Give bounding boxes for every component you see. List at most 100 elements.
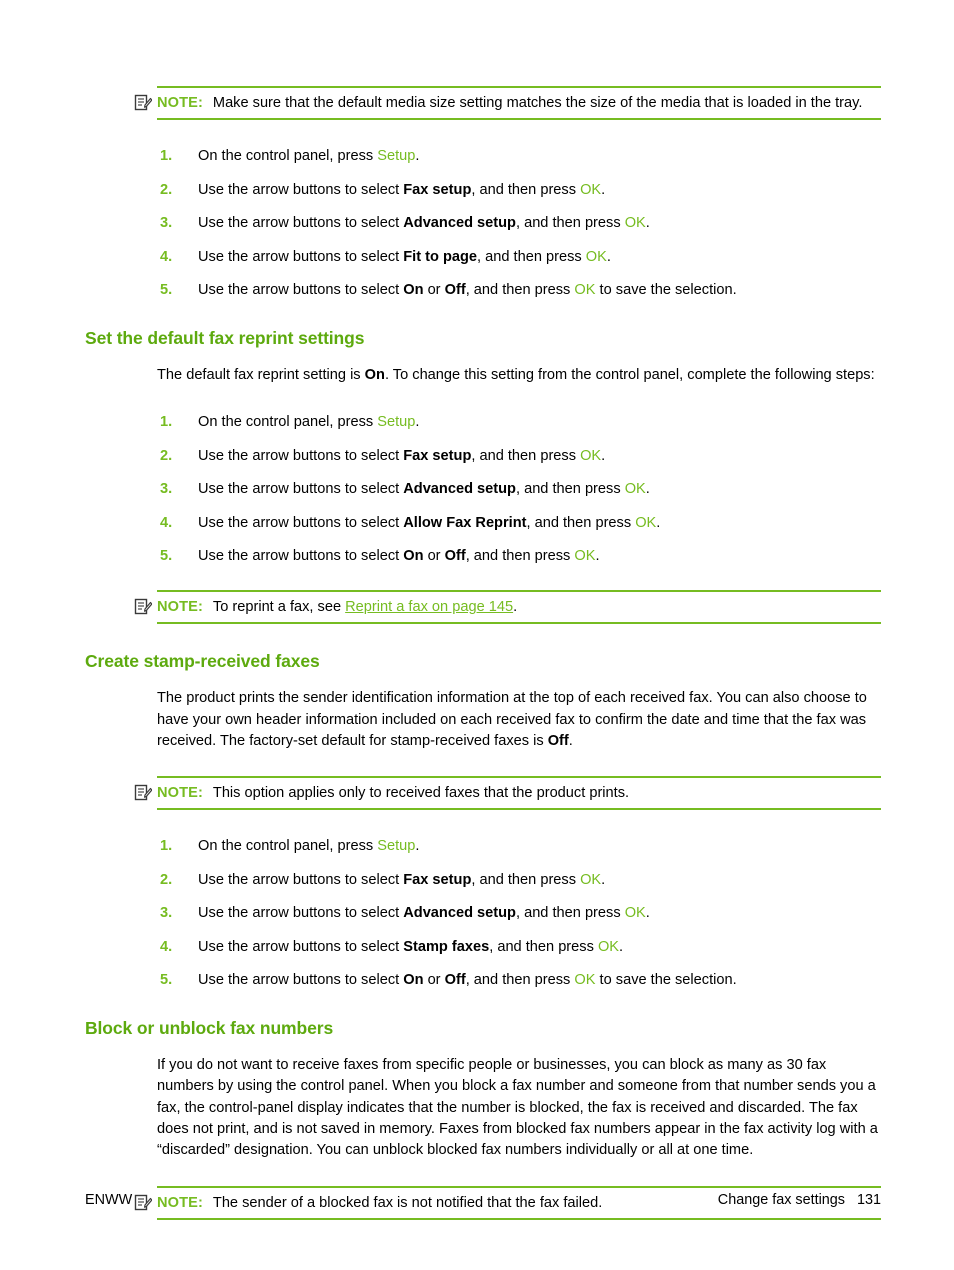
ui-key: OK: [585, 248, 607, 265]
steps-stamp-faxes: 1. On the control panel, press Setup. 2. U…: [157, 836, 881, 990]
step-text-mid: , and then press: [515, 215, 625, 231]
step-text-pre: Use the arrow buttons to select: [198, 514, 404, 531]
ui-key: OK: [580, 447, 602, 464]
step-number: 2.: [160, 447, 173, 464]
step-text-mid: , and then press: [526, 514, 636, 531]
step-text-post: .: [645, 481, 650, 498]
list-item: 4. Use the arrow buttons to select Stamp …: [157, 937, 881, 957]
menu-name: On: [403, 548, 424, 565]
note-label: NOTE:: [157, 599, 203, 616]
note-pencil-icon: [134, 783, 153, 802]
step-number: 1.: [160, 838, 173, 855]
step-text-mid: , and then press: [465, 282, 575, 298]
step-text-mid: , and then press: [465, 548, 575, 565]
ui-key: OK: [580, 871, 602, 888]
step-text-pre: Use the arrow buttons to select: [198, 972, 404, 989]
steps-fax-reprint: 1. On the control panel, press Setup. 2. U…: [157, 412, 881, 566]
step-text-pre: Use the arrow buttons to select: [198, 181, 404, 198]
list-item: 3. Use the arrow buttons to select Advanc…: [157, 903, 881, 923]
body-pre: The default fax reprint setting is: [157, 367, 365, 383]
step-text-mid2: or: [423, 972, 445, 989]
step-number: 3.: [160, 905, 173, 922]
step-number: 3.: [160, 215, 173, 231]
menu-name-2: Off: [444, 548, 466, 565]
cross-reference-link[interactable]: Reprint a fax on page 145: [345, 599, 513, 615]
footer-right-label: Change fax settings 131: [717, 1192, 881, 1208]
ui-key: Setup: [377, 414, 416, 431]
step-text-post: .: [415, 148, 420, 164]
step-text-pre: Use the arrow buttons to select: [198, 871, 404, 888]
note-text: Make sure that the default media size se…: [212, 95, 863, 111]
menu-name: Advanced setup: [403, 905, 516, 922]
ui-key: OK: [635, 514, 657, 531]
step-text-pre: Use the arrow buttons to select: [198, 215, 404, 231]
note-body: NOTE: To reprint a fax, see Reprint a fax…: [157, 590, 881, 625]
step-number: 4.: [160, 514, 173, 531]
body-block: If you do not want to receive faxes from…: [157, 1057, 878, 1159]
step-text-pre: Use the arrow buttons to select: [198, 938, 404, 955]
note-text-pre: To reprint a fax, see: [212, 599, 346, 616]
step-number: 5.: [160, 548, 173, 565]
body-reprint: The default fax reprint setting is On. T…: [157, 365, 881, 386]
menu-name: On: [403, 972, 424, 989]
step-number: 5.: [160, 972, 173, 989]
step-text-post: .: [595, 548, 600, 565]
menu-name-2: Off: [444, 282, 466, 298]
list-item: 1. On the control panel, press Setup.: [157, 836, 881, 856]
body-post: .: [568, 732, 573, 749]
ui-key: OK: [574, 282, 596, 298]
step-text-mid: , and then press: [471, 181, 581, 198]
footer-left-label: ENWW: [85, 1192, 133, 1208]
list-item: 2. Use the arrow buttons to select Fax se…: [157, 870, 881, 890]
step-text-mid: , and then press: [465, 972, 575, 989]
step-text-post: .: [619, 938, 624, 955]
step-text-post: .: [601, 447, 606, 464]
ui-key: Setup: [377, 148, 416, 164]
note-text-post: .: [513, 599, 518, 616]
step-text-pre: Use the arrow buttons to select: [198, 248, 404, 265]
menu-name: On: [364, 367, 385, 383]
step-text-mid: , and then press: [471, 871, 581, 888]
ui-key: OK: [624, 481, 646, 498]
menu-name: Fax setup: [403, 447, 472, 464]
ui-key: OK: [574, 548, 596, 565]
ui-key: OK: [580, 181, 602, 198]
step-text-post: .: [415, 414, 420, 431]
ui-key: Setup: [377, 838, 416, 855]
note-pencil-icon: [134, 93, 153, 112]
list-item: 5. Use the arrow buttons to select On or …: [157, 280, 881, 300]
step-text-post: to save the selection.: [595, 972, 737, 989]
list-item: 2. Use the arrow buttons to select Fax se…: [157, 180, 881, 200]
heading-block-or-unblock-fax-numbers: Block or unblock fax numbers: [85, 1018, 334, 1039]
list-item: 4. Use the arrow buttons to select Fit to…: [157, 247, 881, 267]
menu-name: Fax setup: [403, 871, 472, 888]
list-item: 5. Use the arrow buttons to select On or …: [157, 970, 881, 990]
menu-name: On: [403, 282, 424, 298]
list-item: 1. On the control panel, press Setup.: [157, 412, 881, 432]
menu-name: Off: [547, 732, 569, 749]
note-body: NOTE: This option applies only to receive…: [157, 776, 881, 811]
step-text-post: to save the selection.: [595, 282, 737, 298]
list-item: 1. On the control panel, press Setup.: [157, 146, 881, 166]
step-number: 4.: [160, 938, 173, 955]
note-text: This option applies only to received fax…: [212, 785, 630, 802]
menu-name: Stamp faxes: [403, 938, 490, 955]
step-text-post: .: [606, 248, 611, 265]
step-text-pre: Use the arrow buttons to select: [198, 447, 404, 464]
step-text-post: .: [415, 838, 420, 855]
note-label: NOTE:: [157, 95, 203, 111]
document-page: NOTE: Make sure that the default media si…: [0, 0, 954, 1270]
note-reprint-xref: NOTE: To reprint a fax, see Reprint a fax…: [85, 590, 881, 625]
step-text-post: .: [601, 181, 606, 198]
menu-name-2: Off: [444, 972, 466, 989]
body-stamp: The product prints the sender identifica…: [157, 688, 881, 752]
page-footer: ENWW Change fax settings 131: [85, 1192, 881, 1208]
list-item: 5. Use the arrow buttons to select On or …: [157, 546, 881, 566]
list-item: 2. Use the arrow buttons to select Fax se…: [157, 446, 881, 466]
ui-key: OK: [624, 215, 646, 231]
list-item: 3. Use the arrow buttons to select Advanc…: [157, 479, 881, 499]
step-text-pre: Use the arrow buttons to select: [198, 282, 404, 298]
note-stamp-option: NOTE: This option applies only to receive…: [85, 776, 881, 811]
page-content: NOTE: Make sure that the default media si…: [85, 86, 881, 1220]
step-number: 3.: [160, 481, 173, 498]
